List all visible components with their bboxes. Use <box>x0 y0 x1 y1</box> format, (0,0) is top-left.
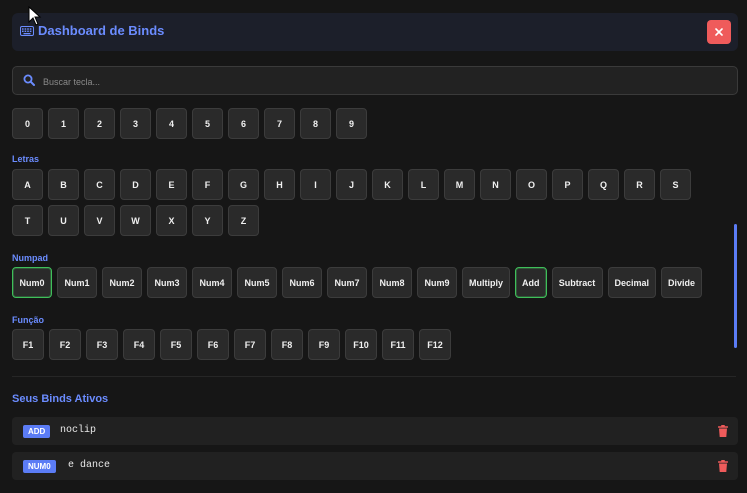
numpad-row: Num0 Num1 Num2 Num3 Num4 Num5 Num6 Num7 Num8 Num9… <box>12 267 703 298</box>
key-f2[interactable]: F2 <box>49 329 81 360</box>
close-icon <box>715 28 723 36</box>
key-multiply[interactable]: Multiply <box>462 267 510 298</box>
key-8[interactable]: 8 <box>300 108 331 139</box>
key-d[interactable]: D <box>120 169 151 200</box>
search-input[interactable] <box>41 67 725 96</box>
key-subtract[interactable]: Subtract <box>551 267 603 298</box>
key-decimal[interactable]: Decimal <box>607 267 657 298</box>
key-f1[interactable]: F1 <box>12 329 44 360</box>
key-s[interactable]: S <box>660 169 691 200</box>
key-y[interactable]: Y <box>192 205 223 236</box>
key-2[interactable]: 2 <box>84 108 115 139</box>
bind-item: ADD noclip <box>12 417 738 445</box>
key-k[interactable]: K <box>372 169 403 200</box>
letters-row-1: ABCDEFGHIJKLMNOPQRS <box>12 169 691 200</box>
key-a[interactable]: A <box>12 169 43 200</box>
key-z[interactable]: Z <box>228 205 259 236</box>
key-num2[interactable]: Num2 <box>102 267 142 298</box>
key-f[interactable]: F <box>192 169 223 200</box>
key-f8[interactable]: F8 <box>271 329 303 360</box>
key-num8[interactable]: Num8 <box>372 267 412 298</box>
bind-item: NUM0 e dance <box>12 452 738 480</box>
key-num7[interactable]: Num7 <box>327 267 367 298</box>
key-4[interactable]: 4 <box>156 108 187 139</box>
section-divider <box>12 376 736 377</box>
letters-row-2: TUVWXYZ <box>12 205 259 236</box>
search-bar <box>12 66 738 96</box>
key-q[interactable]: Q <box>588 169 619 200</box>
key-w[interactable]: W <box>120 205 151 236</box>
key-0[interactable]: 0 <box>12 108 43 139</box>
scrollbar-thumb[interactable] <box>734 224 737 348</box>
key-c[interactable]: C <box>84 169 115 200</box>
key-num4[interactable]: Num4 <box>192 267 232 298</box>
section-label-letras: Letras <box>12 154 40 164</box>
key-5[interactable]: 5 <box>192 108 223 139</box>
key-num6[interactable]: Num6 <box>282 267 322 298</box>
key-x[interactable]: X <box>156 205 187 236</box>
key-l[interactable]: L <box>408 169 439 200</box>
dashboard-header: Dashboard de Binds <box>12 13 738 51</box>
key-e[interactable]: E <box>156 169 187 200</box>
key-f9[interactable]: F9 <box>308 329 340 360</box>
bind-key-badge: ADD <box>23 425 51 438</box>
key-m[interactable]: M <box>444 169 475 200</box>
key-u[interactable]: U <box>48 205 79 236</box>
page-title: Dashboard de Binds <box>38 23 165 38</box>
key-h[interactable]: H <box>264 169 295 200</box>
bind-command: noclip <box>60 425 97 436</box>
key-6[interactable]: 6 <box>228 108 259 139</box>
key-o[interactable]: O <box>516 169 547 200</box>
keys-panel: 0123456789 Letras ABCDEFGHIJKLMNOPQRS TU… <box>0 100 747 493</box>
key-1[interactable]: 1 <box>48 108 79 139</box>
key-f10[interactable]: F10 <box>345 329 377 360</box>
key-num1[interactable]: Num1 <box>57 267 97 298</box>
key-j[interactable]: J <box>336 169 367 200</box>
key-g[interactable]: G <box>228 169 259 200</box>
key-b[interactable]: B <box>48 169 79 200</box>
key-add[interactable]: Add <box>515 267 547 298</box>
key-num9[interactable]: Num9 <box>417 267 457 298</box>
key-f4[interactable]: F4 <box>123 329 155 360</box>
close-button[interactable] <box>707 20 731 44</box>
section-label-funcao: Função <box>12 315 45 325</box>
key-f12[interactable]: F12 <box>419 329 451 360</box>
bind-command: e dance <box>68 460 111 471</box>
trash-icon[interactable] <box>718 425 728 437</box>
key-f3[interactable]: F3 <box>86 329 118 360</box>
section-label-numpad: Numpad <box>12 253 48 263</box>
key-i[interactable]: I <box>300 169 331 200</box>
key-n[interactable]: N <box>480 169 511 200</box>
key-f5[interactable]: F5 <box>160 329 192 360</box>
search-icon <box>23 74 35 86</box>
key-f6[interactable]: F6 <box>197 329 229 360</box>
key-num0[interactable]: Num0 <box>12 267 52 298</box>
bind-key-badge: NUM0 <box>23 460 56 473</box>
keyboard-icon <box>20 26 34 36</box>
active-binds-title: Seus Binds Ativos <box>12 393 109 405</box>
numbers-row: 0123456789 <box>12 108 367 139</box>
mouse-cursor-icon <box>28 6 42 26</box>
key-3[interactable]: 3 <box>120 108 151 139</box>
key-r[interactable]: R <box>624 169 655 200</box>
key-num5[interactable]: Num5 <box>237 267 277 298</box>
function-keys-row: F1 F2 F3 F4 F5 F6 F7 F8 F9 F10 F11 F12 <box>12 329 451 360</box>
key-divide[interactable]: Divide <box>661 267 703 298</box>
key-9[interactable]: 9 <box>336 108 367 139</box>
key-f11[interactable]: F11 <box>382 329 414 360</box>
key-7[interactable]: 7 <box>264 108 295 139</box>
trash-icon[interactable] <box>718 460 728 472</box>
key-num3[interactable]: Num3 <box>147 267 187 298</box>
key-t[interactable]: T <box>12 205 43 236</box>
key-f7[interactable]: F7 <box>234 329 266 360</box>
key-v[interactable]: V <box>84 205 115 236</box>
key-p[interactable]: P <box>552 169 583 200</box>
